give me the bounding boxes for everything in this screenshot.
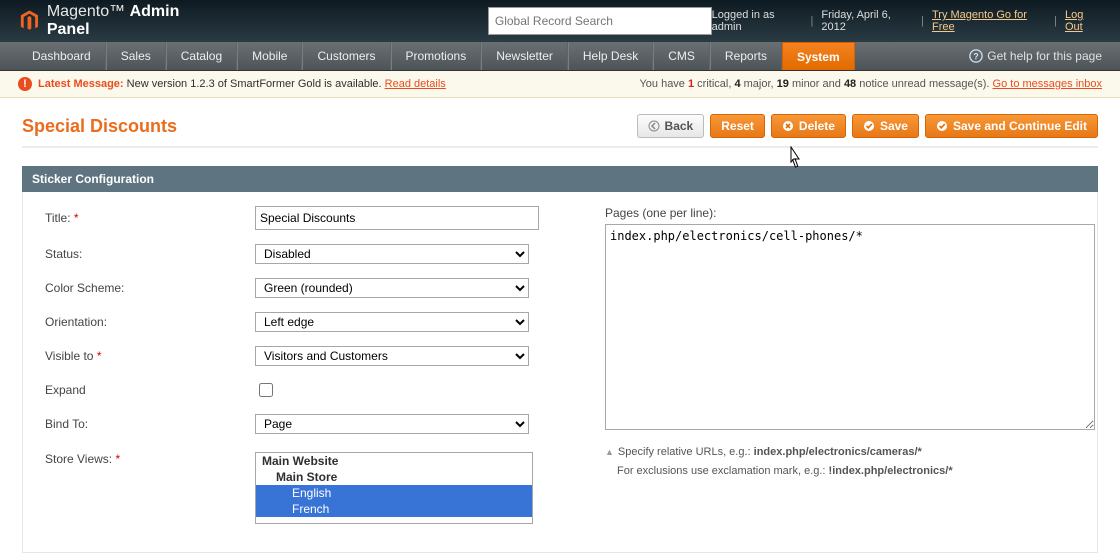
orientation-label: Orientation:: [45, 315, 255, 329]
nav-item-catalog[interactable]: Catalog: [166, 42, 237, 70]
expand-label: Expand: [45, 383, 255, 397]
form-left-column: Title: * Status: Disabled Color Scheme: …: [45, 206, 565, 538]
back-button[interactable]: Back: [637, 114, 705, 138]
store-view-french[interactable]: French: [256, 501, 532, 517]
bind-to-label: Bind To:: [45, 417, 255, 431]
message-counts: You have 1 critical, 4 major, 19 minor a…: [639, 78, 1102, 90]
status-label: Status:: [45, 247, 255, 261]
latest-message-label: Latest Message:: [38, 78, 124, 90]
form-right-column: Pages (one per line): ▲Specify relative …: [605, 206, 1095, 538]
status-select[interactable]: Disabled: [255, 244, 529, 264]
visible-to-select[interactable]: Visitors and Customers: [255, 346, 529, 366]
visible-to-label: Visible to *: [45, 349, 255, 363]
page-title: Special Discounts: [22, 116, 177, 137]
logout-link[interactable]: Log Out: [1065, 9, 1102, 33]
divider: [22, 146, 1098, 148]
color-scheme-label: Color Scheme:: [45, 281, 255, 295]
pages-textarea[interactable]: [605, 224, 1095, 430]
bind-to-select[interactable]: Page: [255, 414, 529, 434]
svg-text:?: ?: [974, 52, 979, 62]
main-nav: DashboardSalesCatalogMobileCustomersProm…: [0, 42, 1120, 71]
admin-header: Magento™ Admin Panel Logged in as admin …: [0, 0, 1120, 42]
back-icon: [648, 120, 660, 132]
header-date: Friday, April 6, 2012: [821, 9, 913, 33]
nav-item-help-desk[interactable]: Help Desk: [568, 42, 653, 70]
message-bar: ! Latest Message: New version 1.2.3 of S…: [0, 71, 1120, 98]
save-button[interactable]: Save: [852, 114, 919, 138]
nav-item-newsletter[interactable]: Newsletter: [481, 42, 568, 70]
logged-in-text: Logged in as admin: [712, 9, 803, 33]
pages-label: Pages (one per line):: [605, 206, 1095, 220]
store-views-label: Store Views: *: [45, 452, 255, 466]
nav-item-reports[interactable]: Reports: [710, 42, 782, 70]
messages-inbox-link[interactable]: Go to messages inbox: [993, 78, 1102, 90]
store-view-english[interactable]: English: [256, 485, 532, 501]
hint-arrow-icon: ▲: [605, 447, 614, 457]
title-input[interactable]: [255, 206, 539, 230]
check-icon: [863, 120, 875, 132]
delete-button[interactable]: Delete: [771, 114, 846, 138]
form-panel: Title: * Status: Disabled Color Scheme: …: [22, 192, 1098, 553]
reset-button[interactable]: Reset: [710, 114, 765, 138]
expand-checkbox[interactable]: [259, 383, 273, 397]
save-continue-button[interactable]: Save and Continue Edit: [925, 114, 1098, 138]
header-meta: Logged in as admin | Friday, April 6, 20…: [712, 9, 1102, 33]
check-icon: [936, 120, 948, 132]
delete-icon: [782, 120, 794, 132]
nav-item-system[interactable]: System: [782, 42, 855, 70]
nav-item-promotions[interactable]: Promotions: [391, 42, 482, 70]
alert-icon: !: [18, 77, 32, 91]
brand-text: Magento™ Admin Panel: [47, 3, 218, 39]
pages-hint: ▲Specify relative URLs, e.g.: index.php/…: [605, 443, 1095, 480]
title-label: Title: *: [45, 211, 255, 225]
nav-item-cms[interactable]: CMS: [653, 42, 710, 70]
nav-item-sales[interactable]: Sales: [106, 42, 166, 70]
nav-item-mobile[interactable]: Mobile: [237, 42, 302, 70]
store-website[interactable]: Main Website: [256, 453, 532, 469]
store-views-listbox[interactable]: Main Website Main Store English French: [255, 452, 533, 524]
magento-logo: Magento™ Admin Panel: [18, 3, 218, 39]
nav-item-dashboard[interactable]: Dashboard: [18, 42, 106, 70]
color-scheme-select[interactable]: Green (rounded): [255, 278, 529, 298]
nav-help-link[interactable]: ? Get help for this page: [969, 42, 1102, 70]
action-buttons: Back Reset Delete Save Save and Continue…: [637, 114, 1098, 138]
help-icon: ?: [969, 49, 983, 63]
store-group[interactable]: Main Store: [256, 469, 532, 485]
magento-logo-icon: [18, 9, 41, 33]
try-magento-link[interactable]: Try Magento Go for Free: [932, 9, 1046, 33]
page-header: Special Discounts Back Reset Delete Save…: [0, 98, 1120, 146]
nav-item-customers[interactable]: Customers: [302, 42, 390, 70]
latest-message-text: New version 1.2.3 of SmartFormer Gold is…: [127, 78, 382, 90]
orientation-select[interactable]: Left edge: [255, 312, 529, 332]
section-header: Sticker Configuration: [22, 166, 1098, 192]
global-search-input[interactable]: [488, 7, 712, 35]
read-details-link[interactable]: Read details: [385, 78, 446, 90]
